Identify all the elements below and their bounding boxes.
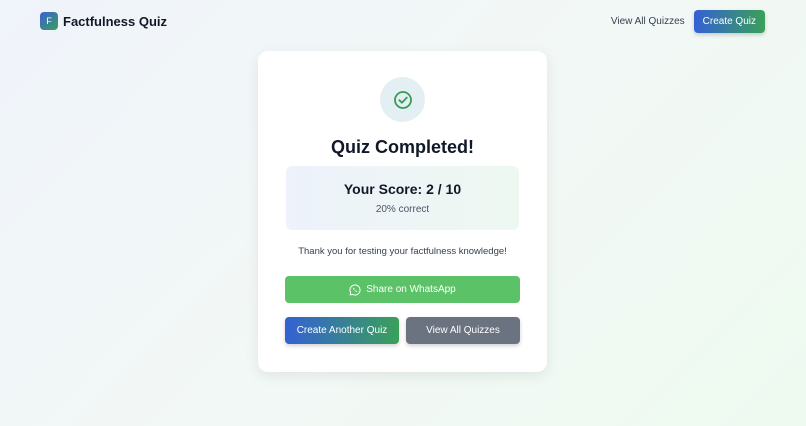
header-nav: View All Quizzes Create Quiz (611, 9, 765, 33)
create-another-quiz-button[interactable]: Create Another Quiz (285, 317, 399, 344)
brand[interactable]: F Factfulness Quiz (40, 12, 167, 30)
check-circle-icon (393, 90, 412, 109)
brand-logo: F (40, 12, 58, 30)
whatsapp-icon (349, 283, 361, 295)
result-title: Quiz Completed! (331, 137, 474, 157)
score-percent: 20% correct (375, 204, 430, 215)
score-panel: Your Score: 2 / 10 20% correct (286, 166, 519, 230)
thank-you-message: Thank you for testing your factfulness k… (298, 246, 507, 257)
view-all-quizzes-button[interactable]: View All Quizzes (406, 317, 520, 344)
quiz-result-card: Quiz Completed! Your Score: 2 / 10 20% c… (258, 51, 547, 372)
share-whatsapp-button[interactable]: Share on WhatsApp (285, 276, 520, 303)
create-quiz-button[interactable]: Create Quiz (693, 9, 765, 33)
success-badge (380, 77, 425, 122)
view-all-quizzes-link[interactable]: View All Quizzes (611, 16, 685, 27)
share-whatsapp-label: Share on WhatsApp (366, 284, 456, 295)
top-navbar: F Factfulness Quiz View All Quizzes Crea… (0, 0, 806, 42)
score-value: Your Score: 2 / 10 (343, 181, 462, 197)
brand-name: Factfulness Quiz (63, 13, 168, 29)
